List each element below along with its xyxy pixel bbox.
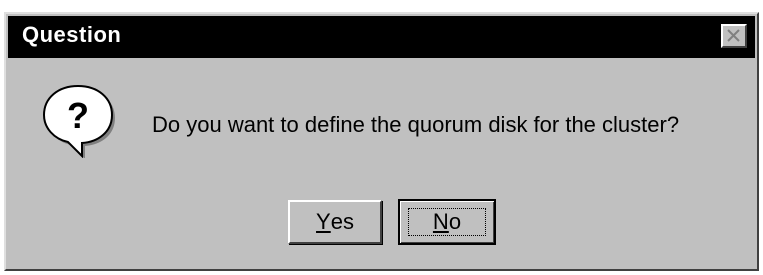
close-icon [727, 29, 740, 42]
no-button[interactable]: No [398, 199, 496, 245]
title-bar[interactable]: Question [8, 16, 755, 58]
svg-text:?: ? [67, 95, 89, 136]
no-label-rest: o [448, 209, 462, 234]
question-dialog: Question ? Do you want to define the quo… [4, 12, 759, 271]
yes-mnemonic: Y [316, 209, 331, 234]
question-icon: ? [42, 84, 115, 158]
no-mnemonic: N [432, 209, 449, 234]
dialog-message: Do you want to define the quorum disk fo… [152, 112, 680, 137]
yes-label-rest: es [330, 209, 354, 234]
yes-button[interactable]: Yes [288, 200, 382, 244]
dialog-title: Question [22, 22, 122, 47]
close-button[interactable] [721, 24, 747, 48]
